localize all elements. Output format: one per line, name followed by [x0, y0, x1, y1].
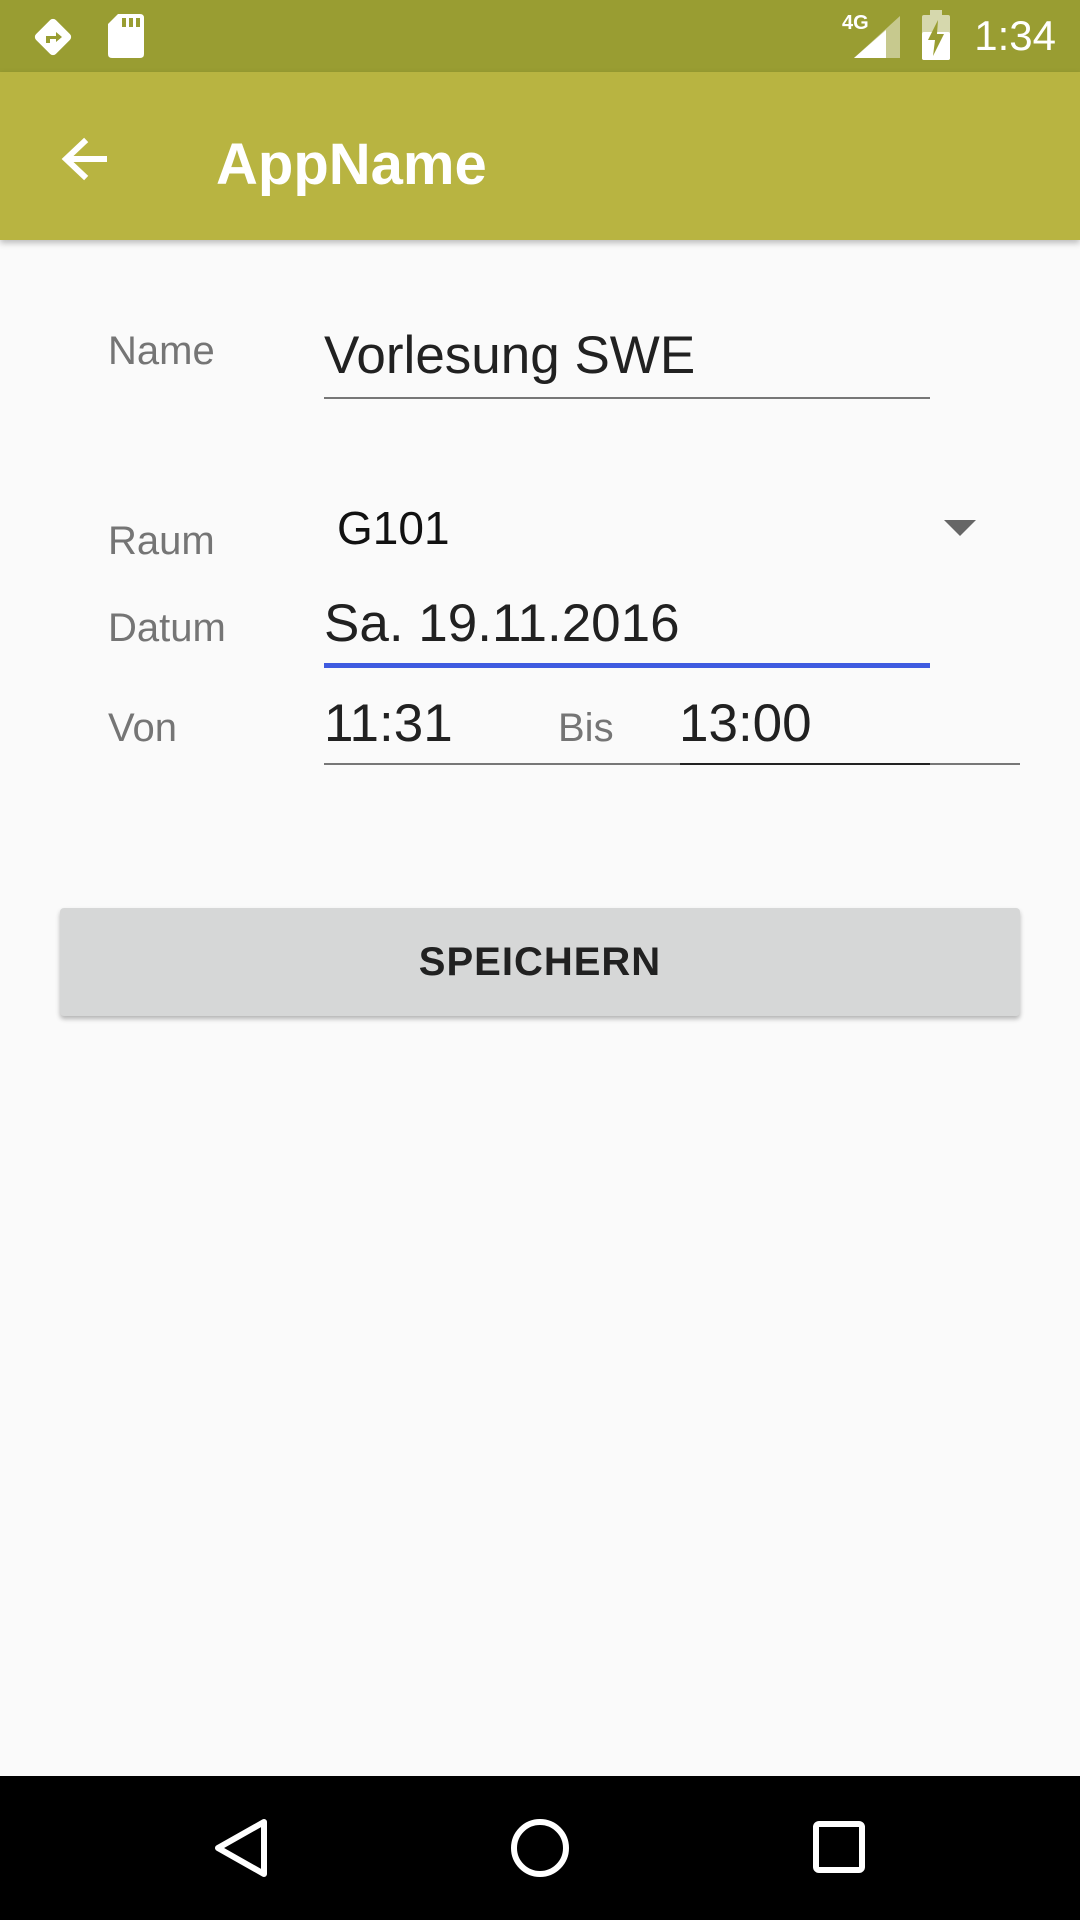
- to-time-input[interactable]: 13:00: [679, 692, 812, 756]
- to-time-underline-extension: [930, 763, 1020, 765]
- room-label: Raum: [108, 519, 215, 563]
- battery-charging-icon: [922, 10, 950, 60]
- name-input-underline: [324, 397, 930, 399]
- date-label: Datum: [108, 606, 226, 650]
- home-circle-icon[interactable]: [500, 1808, 580, 1888]
- directions-icon: [34, 18, 72, 56]
- from-label: Von: [108, 706, 177, 750]
- to-label: Bis: [558, 706, 614, 750]
- status-bar: 4G 1:34: [0, 0, 1080, 72]
- name-label: Name: [108, 329, 215, 373]
- to-time-underline: [680, 763, 930, 765]
- back-triangle-icon[interactable]: [200, 1808, 280, 1888]
- chevron-down-icon: [944, 520, 976, 536]
- from-time-underline: [324, 763, 680, 765]
- system-nav-bar: [0, 1776, 1080, 1920]
- status-time: 1:34: [974, 12, 1056, 59]
- from-time-input[interactable]: 11:31: [324, 692, 453, 756]
- name-input[interactable]: Vorlesung SWE: [324, 324, 695, 388]
- save-button[interactable]: SPEICHERN: [60, 908, 1020, 1016]
- room-selected-value: G101: [337, 502, 450, 554]
- sd-card-icon: [108, 14, 144, 58]
- app-bar: AppName: [0, 72, 1080, 240]
- signal-icon: [854, 16, 900, 58]
- date-input[interactable]: Sa. 19.11.2016: [324, 592, 680, 656]
- arrow-back-icon: [61, 137, 107, 181]
- recents-square-icon[interactable]: [800, 1808, 880, 1888]
- room-spinner[interactable]: G101: [324, 490, 990, 562]
- back-button[interactable]: [40, 116, 130, 206]
- date-input-underline: [324, 663, 930, 668]
- app-title: AppName: [216, 132, 487, 197]
